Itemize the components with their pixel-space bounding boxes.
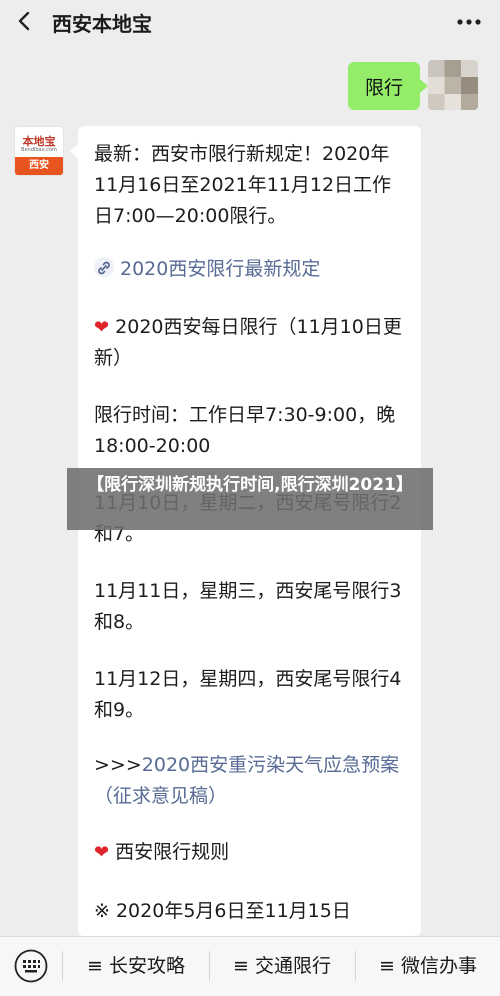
daily-restriction-text: 2020西安每日限行（11月10日更新） bbox=[94, 316, 402, 369]
avatar-logo-city: 西安 bbox=[15, 157, 63, 175]
bottom-menu-bar: ≡ 长安攻略 ≡ 交通限行 ≡ 微信办事 bbox=[0, 936, 500, 996]
incoming-message-bubble: 最新：西安市限行新规定！2020年11月16日至2021年11月12日工作日7:… bbox=[70, 126, 421, 936]
rules-note: ※ 2020年5月6日至11月15日 bbox=[94, 900, 351, 922]
menu-item-traffic-restriction[interactable]: ≡ 交通限行 bbox=[210, 937, 354, 996]
menu-item-wechat-services[interactable]: ≡ 微信办事 bbox=[356, 937, 500, 996]
message-intro: 最新：西安市限行新规定！2020年11月16日至2021年11月12日工作日7:… bbox=[94, 143, 392, 227]
emergency-plan-link[interactable]: >>>2020西安重污染天气应急预案（征求意见稿） bbox=[94, 750, 406, 812]
heart-icon: ❤ bbox=[94, 842, 110, 863]
official-account-avatar[interactable]: 本地宝 Bendibao.com 西安 bbox=[14, 126, 64, 176]
rules-title-text: 西安限行规则 bbox=[115, 841, 230, 863]
daily-restriction-title[interactable]: ❤ 2020西安每日限行（11月10日更新） bbox=[94, 312, 406, 374]
menu-separator bbox=[62, 951, 63, 981]
link-prefix: >>> bbox=[94, 754, 142, 776]
menu-item-changan-guide[interactable]: ≡ 长安攻略 bbox=[64, 937, 208, 996]
page-title: 西安本地宝 bbox=[52, 12, 152, 36]
rule-link[interactable]: 2020西安限行最新规定 bbox=[94, 254, 406, 285]
outgoing-message-bubble[interactable]: 限行 bbox=[348, 62, 428, 110]
rules-title[interactable]: ❤ 西安限行规则 bbox=[94, 837, 406, 868]
restriction-day-2: 11月11日，星期三，西安尾号限行3和8。 bbox=[94, 580, 402, 633]
heart-icon: ❤ bbox=[94, 317, 110, 338]
user-avatar[interactable] bbox=[428, 60, 478, 110]
restriction-time: 限行时间：工作日早7:30-9:00，晚18:00-20:00 bbox=[94, 404, 396, 457]
restriction-day-3: 11月12日，星期四，西安尾号限行4和9。 bbox=[94, 668, 402, 721]
keyboard-icon[interactable] bbox=[14, 949, 48, 983]
top-bar: 西安本地宝 bbox=[0, 0, 500, 44]
title-overlay-banner: 【限行深圳新规执行时间,限行深圳2021】 bbox=[67, 468, 433, 530]
chevron-left-icon[interactable] bbox=[14, 10, 36, 32]
avatar-logo-sub: Bendibao.com bbox=[21, 147, 57, 153]
rule-link-text[interactable]: 2020西安限行最新规定 bbox=[120, 258, 320, 280]
more-dots-icon[interactable] bbox=[456, 18, 482, 26]
link-icon bbox=[94, 257, 114, 277]
